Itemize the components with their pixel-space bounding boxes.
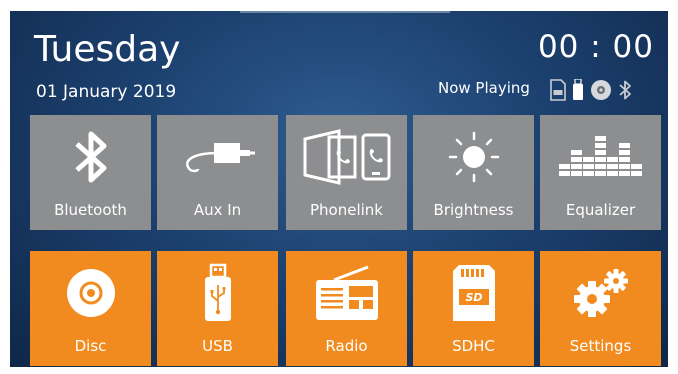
radio-icon [312,255,382,331]
disc-icon [590,79,612,101]
radio-tile[interactable]: Radio [286,251,407,366]
equalizer-label: Equalizer [565,201,636,219]
brightness-tile[interactable]: Brightness [413,115,534,230]
disc-icon [63,255,119,331]
bluetooth-tile[interactable]: Bluetooth [30,115,151,230]
phonelink-label: Phonelink [310,201,383,219]
sun-icon [446,119,502,195]
sdhc-tile[interactable]: SD SDHC [413,251,534,366]
bluetooth-icon [618,79,632,101]
usb-tile[interactable]: USB [157,251,278,366]
aux-in-tile[interactable]: Aux In [157,115,278,230]
usb-icon [203,255,233,331]
head-unit-screen: Tuesday 01 January 2019 00 : 00 Now Play… [10,11,668,367]
clock: 00 : 00 [537,29,654,65]
radio-label: Radio [325,337,368,355]
equalizer-tile[interactable]: Equalizer [540,115,661,230]
bluetooth-label: Bluetooth [54,201,127,219]
settings-label: Settings [569,337,632,355]
equalizer-icon [558,119,643,195]
sdhc-label: SDHC [452,337,495,355]
now-playing-label[interactable]: Now Playing [438,79,530,97]
settings-tile[interactable]: Settings [540,251,661,366]
phonelink-tile[interactable]: Phonelink [286,115,407,230]
svg-text:SD: SD [465,291,482,304]
bluetooth-icon [74,119,108,195]
gears-icon [568,255,634,331]
sdhc-icon: SD [451,255,497,331]
usb-icon [572,79,584,101]
source-status-icons [548,79,632,101]
disc-label: Disc [74,337,107,355]
aux-cable-icon [178,119,258,195]
phonelink-icon [299,119,395,195]
usb-label: USB [202,337,233,355]
sdhc-icon [548,79,566,101]
disc-tile[interactable]: Disc [30,251,151,366]
brightness-label: Brightness [433,201,514,219]
top-edge-highlight [240,11,450,13]
aux-in-label: Aux In [193,201,242,219]
day-of-week: Tuesday [34,29,181,70]
date-label: 01 January 2019 [36,82,177,102]
